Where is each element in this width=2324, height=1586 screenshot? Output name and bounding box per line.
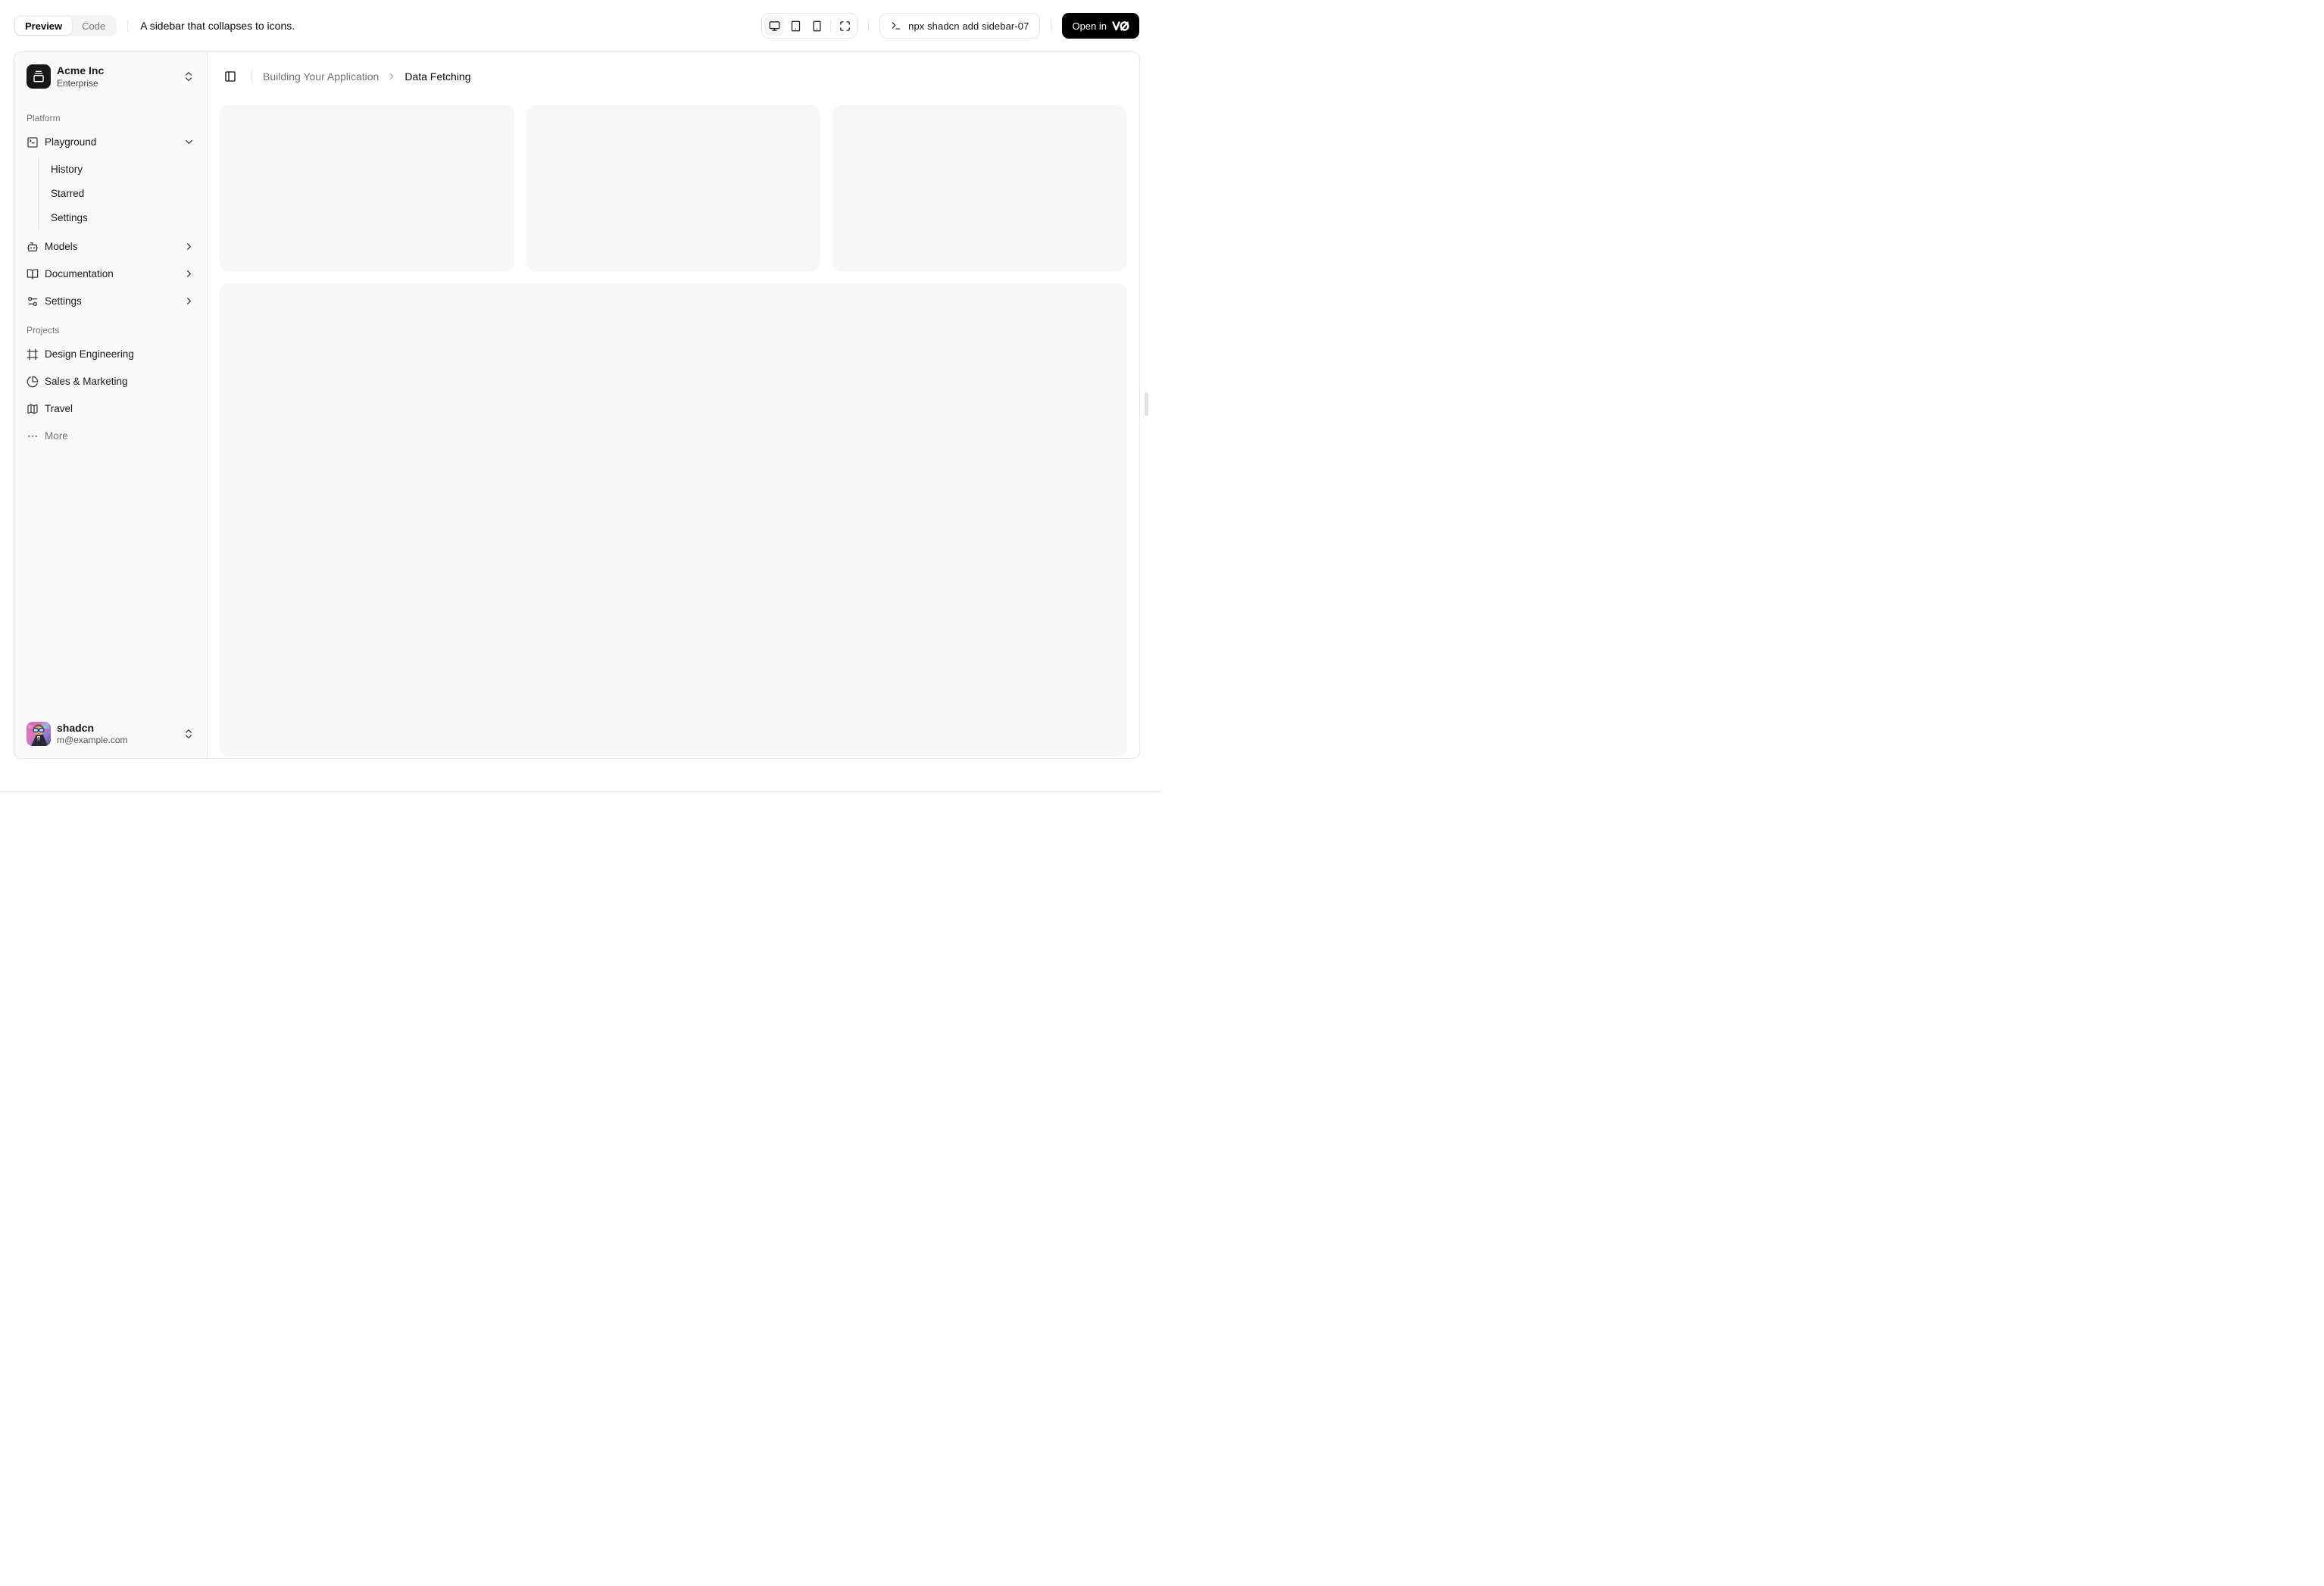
open-in-v0-label: Open in xyxy=(1072,20,1107,32)
code-tab[interactable]: Code xyxy=(72,17,115,35)
sidebar-item-label: Design Engineering xyxy=(45,348,134,360)
chevrons-up-down-icon xyxy=(183,728,195,740)
toolbar-divider xyxy=(127,20,129,32)
placeholder-cards-row xyxy=(220,105,1128,271)
component-preview-frame: Acme Inc Enterprise Platform Playground xyxy=(14,52,1140,759)
main-area: Building Your Application Data Fetching xyxy=(208,52,1139,758)
placeholder-card xyxy=(526,105,821,271)
sidebar-item-label: More xyxy=(45,430,68,442)
panel-left-icon xyxy=(224,70,236,83)
main-content xyxy=(208,101,1139,758)
placeholder-panel xyxy=(220,283,1127,757)
maximize-icon xyxy=(839,20,851,32)
component-description: A sidebar that collapses to icons. xyxy=(140,20,295,32)
v0-logo-icon xyxy=(1112,20,1129,31)
monitor-icon xyxy=(769,20,780,32)
top-toolbar: Preview Code A sidebar that collapses to… xyxy=(0,0,1162,52)
mobile-view-button[interactable] xyxy=(807,16,826,36)
main-header: Building Your Application Data Fetching xyxy=(208,52,1139,101)
user-name: shadcn xyxy=(57,721,95,734)
sidebar-item-design-engineering[interactable]: Design Engineering xyxy=(20,342,201,367)
gallery-vertical-end-icon xyxy=(33,70,45,83)
sidebar-item-models[interactable]: Models xyxy=(20,235,201,259)
book-open-icon xyxy=(27,268,39,280)
sidebar-subitem-settings[interactable]: Settings xyxy=(45,206,201,230)
chevrons-up-down-icon xyxy=(183,70,195,83)
team-name: Acme Inc xyxy=(57,64,105,76)
chevron-right-icon xyxy=(183,241,195,252)
device-group-separator xyxy=(830,20,832,32)
terminal-icon xyxy=(891,20,901,31)
page-scrollbar-thumb[interactable] xyxy=(1145,392,1148,416)
ellipsis-icon xyxy=(27,430,39,442)
fullscreen-button[interactable] xyxy=(835,16,854,36)
playground-submenu: History Starred Settings xyxy=(38,157,201,230)
sidebar-item-label: Documentation xyxy=(45,268,114,279)
sidebar-subitem-history[interactable]: History xyxy=(45,158,201,182)
sidebar-footer: shadcn m@example.com xyxy=(14,710,207,759)
breadcrumb-parent-link[interactable]: Building Your Application xyxy=(263,70,379,83)
square-terminal-icon xyxy=(27,136,39,148)
sidebar-item-settings[interactable]: Settings xyxy=(20,289,201,314)
map-icon xyxy=(27,403,39,415)
desktop-view-button[interactable] xyxy=(764,16,785,36)
sidebar-item-label: Settings xyxy=(45,295,82,307)
user-email: m@example.com xyxy=(57,735,128,745)
bot-icon xyxy=(27,241,39,253)
user-menu-button[interactable]: shadcn m@example.com xyxy=(20,716,201,753)
user-meta: shadcn m@example.com xyxy=(57,722,176,747)
sidebar-item-label: Travel xyxy=(45,403,73,414)
install-command-text: npx shadcn add sidebar-07 xyxy=(908,20,1029,32)
toolbar-divider xyxy=(868,20,870,32)
breadcrumb: Building Your Application Data Fetching xyxy=(263,70,471,83)
team-meta: Acme Inc Enterprise xyxy=(57,64,176,89)
tablet-icon xyxy=(790,20,801,32)
sidebar-item-playground[interactable]: Playground xyxy=(20,130,201,155)
avatar xyxy=(27,721,51,746)
sidebar-item-documentation[interactable]: Documentation xyxy=(20,262,201,286)
tablet-view-button[interactable] xyxy=(786,16,805,36)
preview-code-toggle: Preview Code xyxy=(14,15,117,36)
device-size-toggle-group xyxy=(761,13,858,39)
smartphone-icon xyxy=(811,20,823,32)
settings-2-icon xyxy=(27,295,39,308)
chevron-right-icon xyxy=(183,268,195,279)
group-label-projects: Projects xyxy=(27,324,60,336)
chevron-right-icon xyxy=(183,295,195,307)
sidebar-item-more[interactable]: More xyxy=(20,424,201,448)
sidebar-header: Acme Inc Enterprise xyxy=(14,52,207,101)
team-switcher-button[interactable]: Acme Inc Enterprise xyxy=(20,58,201,95)
sidebar-item-travel[interactable]: Travel xyxy=(20,397,201,421)
page: Preview Code A sidebar that collapses to… xyxy=(0,0,1162,793)
team-plan: Enterprise xyxy=(57,77,98,89)
sidebar-toggle-button[interactable] xyxy=(220,66,241,87)
breadcrumb-separator-bar xyxy=(251,70,252,83)
preview-tab[interactable]: Preview xyxy=(15,17,73,35)
open-in-v0-button[interactable]: Open in xyxy=(1062,13,1139,39)
sidebar-item-sales-marketing[interactable]: Sales & Marketing xyxy=(20,370,201,394)
app-sidebar: Acme Inc Enterprise Platform Playground xyxy=(14,52,208,758)
chart-pie-icon xyxy=(27,376,39,388)
install-command[interactable]: npx shadcn add sidebar-07 xyxy=(879,13,1041,39)
placeholder-card xyxy=(220,105,514,271)
sidebar-item-label: Playground xyxy=(45,136,97,148)
next-section-edge xyxy=(0,791,1162,793)
sidebar-item-label: Sales & Marketing xyxy=(45,376,128,387)
breadcrumb-current-page: Data Fetching xyxy=(405,70,471,83)
frame-icon xyxy=(27,348,39,361)
sidebar-item-label: Models xyxy=(45,241,78,252)
group-label-platform: Platform xyxy=(27,112,61,123)
sidebar-nav: Platform Playground History Starred Sett… xyxy=(14,101,207,710)
placeholder-card xyxy=(832,105,1128,271)
chevron-right-icon xyxy=(386,71,397,82)
team-logo xyxy=(27,64,51,89)
chevron-down-icon xyxy=(183,136,195,148)
sidebar-subitem-starred[interactable]: Starred xyxy=(45,182,201,206)
